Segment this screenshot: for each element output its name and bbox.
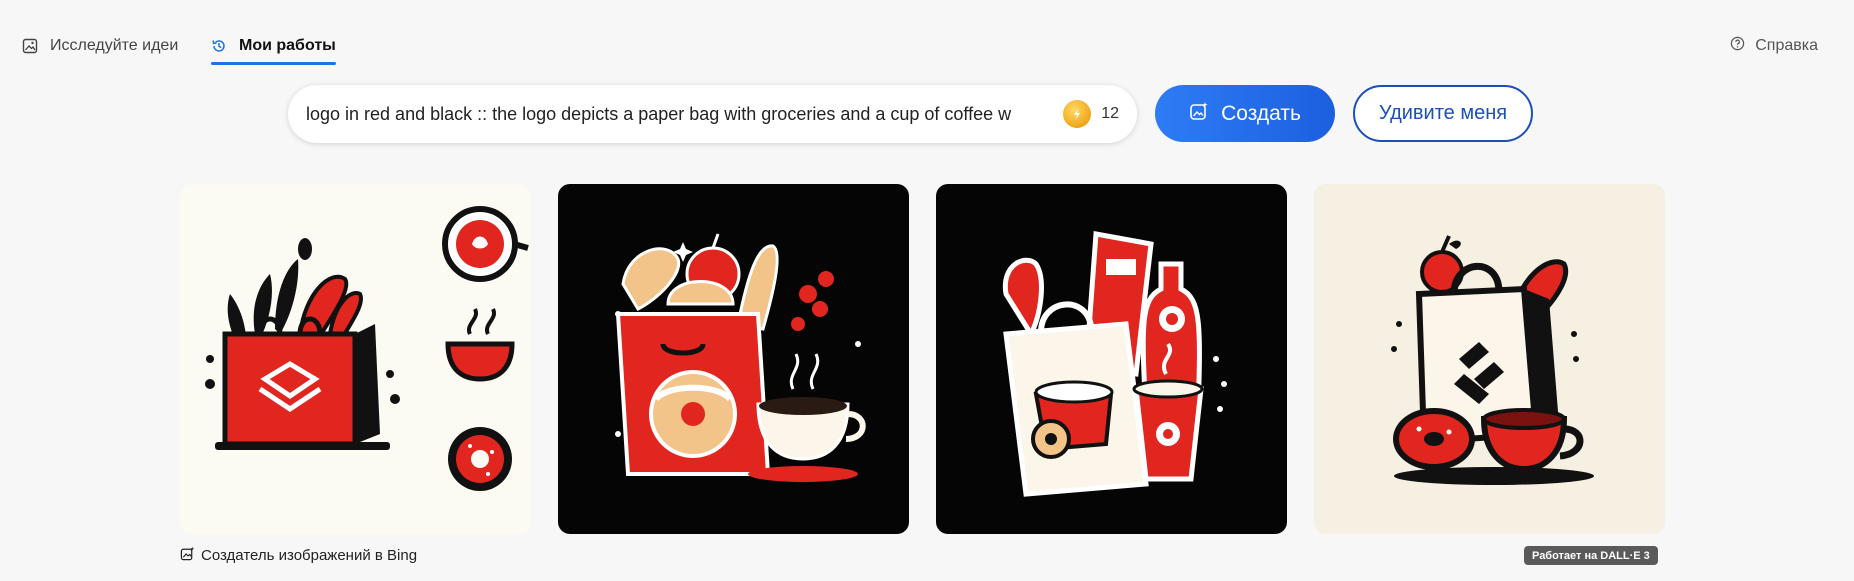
grocery-bag-donut-logo-image bbox=[615, 233, 866, 482]
surprise-me-button[interactable]: Удивите меня bbox=[1353, 85, 1533, 142]
image-creator-icon bbox=[180, 546, 195, 565]
boost-coin-icon bbox=[1063, 100, 1092, 128]
boost-count: 12 bbox=[1101, 105, 1119, 122]
grocery-bag-logo-image bbox=[205, 206, 529, 491]
generated-image-1[interactable] bbox=[180, 184, 531, 534]
powered-by-dalle-badge: Работает на DALL·E 3 bbox=[1524, 546, 1658, 565]
boost-counter[interactable]: 12 bbox=[1063, 100, 1119, 128]
bag-apple-coffee-logo-image bbox=[1391, 235, 1594, 485]
help-icon bbox=[1730, 36, 1745, 56]
active-tab-indicator bbox=[211, 62, 336, 65]
image-create-icon bbox=[1189, 101, 1209, 127]
generated-image-3[interactable] bbox=[936, 184, 1287, 534]
history-icon bbox=[211, 38, 227, 54]
image-icon bbox=[22, 38, 38, 54]
create-button-label: Создать bbox=[1221, 101, 1301, 125]
create-button[interactable]: Создать bbox=[1155, 85, 1335, 142]
bing-image-creator-link[interactable]: Создатель изображений в Bing bbox=[180, 545, 417, 565]
bing-image-creator-label: Создатель изображений в Bing bbox=[201, 546, 418, 564]
prompt-box: 12 bbox=[288, 85, 1137, 143]
prompt-input[interactable] bbox=[306, 94, 1050, 134]
generated-image-4[interactable] bbox=[1314, 184, 1665, 534]
surprise-me-label: Удивите меня bbox=[1378, 102, 1508, 124]
help-label: Справка bbox=[1755, 37, 1818, 54]
tab-my-works-label: Мои работы bbox=[239, 37, 336, 54]
generated-image-2[interactable] bbox=[558, 184, 909, 534]
tab-explore-ideas[interactable]: Исследуйте идеи bbox=[22, 30, 178, 62]
top-navigation: Исследуйте идеи Мои работы Справка bbox=[0, 0, 1854, 65]
tab-explore-label: Исследуйте идеи bbox=[50, 37, 179, 54]
tab-my-works[interactable]: Мои работы bbox=[211, 30, 336, 65]
powered-by-label: Работает на DALL·E 3 bbox=[1532, 549, 1650, 562]
shopping-bag-coffee-logo-image bbox=[1002, 231, 1227, 497]
help-link[interactable]: Справка bbox=[1730, 30, 1818, 62]
